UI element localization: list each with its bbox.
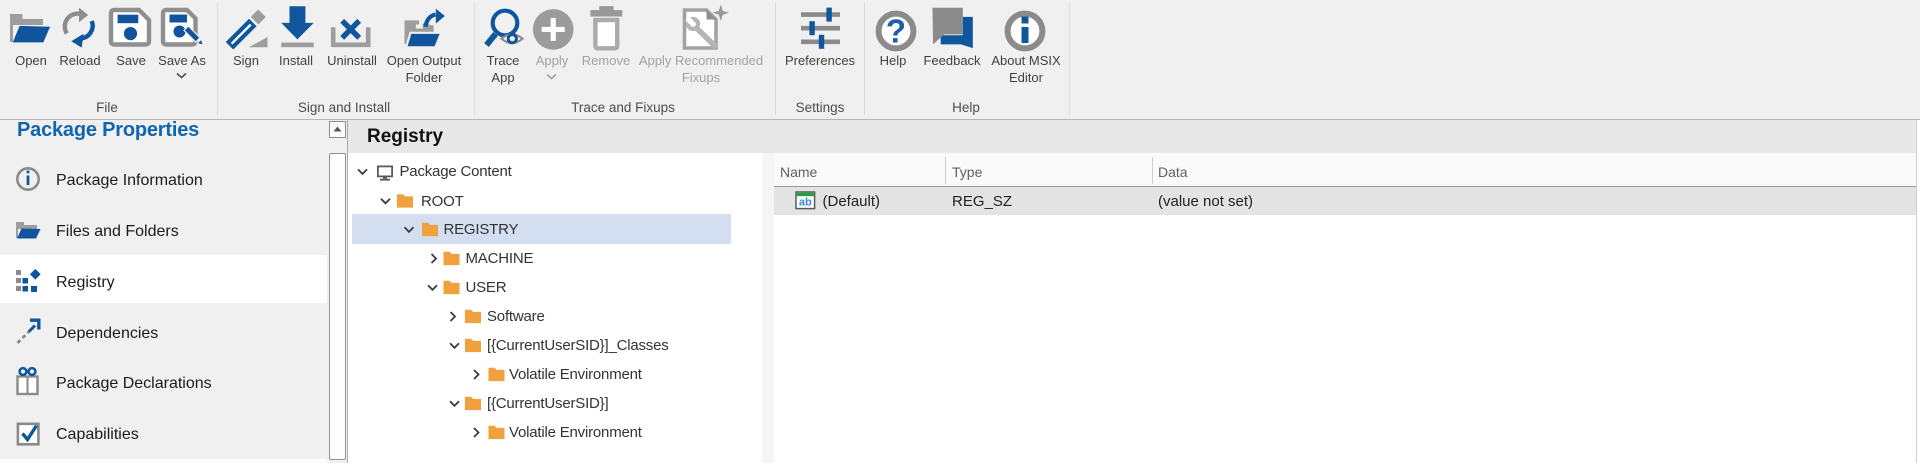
svg-text:ab: ab [799, 196, 812, 208]
svg-text:?: ? [886, 13, 906, 50]
